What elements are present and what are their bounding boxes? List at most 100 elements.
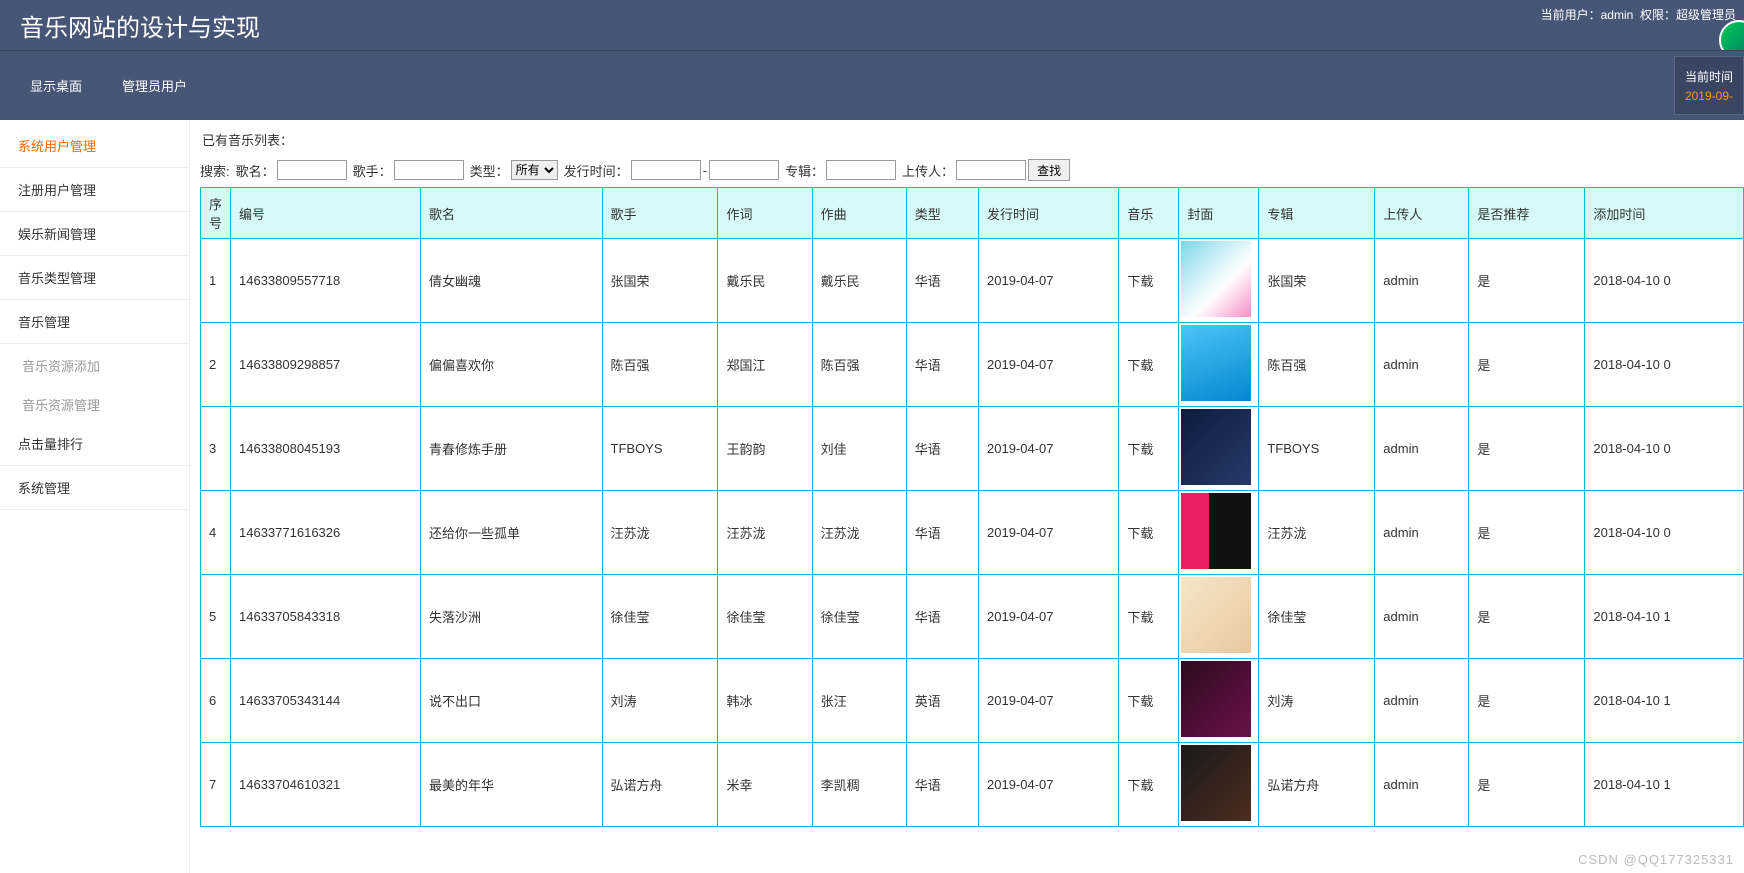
cover-thumbnail[interactable] [1181,661,1251,737]
table-cell: 是 [1469,407,1585,491]
table-cell: 是 [1469,743,1585,827]
table-cell: 是 [1469,659,1585,743]
table-cell: 华语 [906,575,978,659]
table-cell: 2018-04-10 1 [1585,575,1744,659]
table-cell: 1 [201,239,231,323]
table-cell: 青春修炼手册 [421,407,603,491]
cover-thumbnail[interactable] [1181,493,1251,569]
sidebar-item[interactable]: 音乐资源添加 [0,346,189,385]
nav-desktop[interactable]: 显示桌面 [10,66,102,105]
table-cell: 2019-04-07 [979,743,1119,827]
table-cell: 米幸 [718,743,812,827]
label-uploader: 上传人： [902,161,954,180]
download-link[interactable]: 下载 [1127,778,1153,793]
table-cell: 2019-04-07 [979,407,1119,491]
cover-thumbnail[interactable] [1181,325,1251,401]
column-header: 上传人 [1375,188,1469,239]
column-header: 封面 [1179,188,1259,239]
content-area: 已有音乐列表： 搜索: 歌名： 歌手： 类型： 所有 发行时间： - 专辑： 上… [190,120,1744,873]
cover-thumbnail[interactable] [1181,241,1251,317]
table-cell: 郑国江 [718,323,812,407]
input-pubtime-from[interactable] [631,160,701,180]
download-link[interactable]: 下载 [1127,358,1153,373]
search-bar: 搜索: 歌名： 歌手： 类型： 所有 发行时间： - 专辑： 上传人： 查找 [200,159,1744,181]
sidebar-item[interactable]: 音乐类型管理 [0,258,189,297]
download-link[interactable]: 下载 [1127,694,1153,709]
table-cell: 弘诺方舟 [602,743,718,827]
table-cell: 刘涛 [1259,659,1375,743]
table-cell: 张国荣 [602,239,718,323]
table-cell: TFBOYS [1259,407,1375,491]
cover-thumbnail[interactable] [1181,409,1251,485]
table-cell: 2019-04-07 [979,575,1119,659]
table-cell: 偏偏喜欢你 [421,323,603,407]
download-link[interactable]: 下载 [1127,442,1153,457]
download-link[interactable]: 下载 [1127,274,1153,289]
table-cell: 戴乐民 [718,239,812,323]
sidebar-item[interactable]: 系统管理 [0,468,189,507]
table-cell: 华语 [906,323,978,407]
sidebar-item[interactable]: 系统用户管理 [0,126,189,165]
time-label: 当前时间 [1685,68,1733,85]
table-cell: 徐佳莹 [812,575,906,659]
table-cell: 14633808045193 [231,407,421,491]
table-cell: 李凯稠 [812,743,906,827]
table-cell: 14633705843318 [231,575,421,659]
table-cell: 徐佳莹 [602,575,718,659]
sidebar-item[interactable]: 音乐管理 [0,302,189,341]
label-album: 专辑： [785,161,824,180]
page-title: 音乐网站的设计与实现 [20,8,260,43]
column-header: 是否推荐 [1469,188,1585,239]
table-cell: 是 [1469,575,1585,659]
sidebar-item[interactable]: 点击量排行 [0,424,189,463]
input-uploader[interactable] [956,160,1026,180]
list-title: 已有音乐列表： [200,130,1744,149]
table-row: 614633705343144说不出口刘涛韩冰张汪英语2019-04-07下载刘… [201,659,1744,743]
table-cell: 徐佳莹 [1259,575,1375,659]
table-cell: 王韵韵 [718,407,812,491]
table-cell: 失落沙洲 [421,575,603,659]
column-header: 发行时间 [979,188,1119,239]
select-type[interactable]: 所有 [511,160,558,180]
table-cell: 弘诺方舟 [1259,743,1375,827]
column-header: 添加时间 [1585,188,1744,239]
table-cell: admin [1375,743,1469,827]
input-album[interactable] [826,160,896,180]
table-cell: 是 [1469,491,1585,575]
app-header: 音乐网站的设计与实现 当前用户：admin 权限：超级管理员 [0,0,1744,50]
table-cell: 4 [201,491,231,575]
download-link[interactable]: 下载 [1127,610,1153,625]
table-cell: 6 [201,659,231,743]
cover-thumbnail[interactable] [1181,745,1251,821]
sidebar-item[interactable]: 娱乐新闻管理 [0,214,189,253]
table-cell: 韩冰 [718,659,812,743]
input-pubtime-to[interactable] [709,160,779,180]
table-cell: 2019-04-07 [979,659,1119,743]
column-header: 作曲 [812,188,906,239]
table-cell: 汪苏泷 [602,491,718,575]
table-cell: 戴乐民 [812,239,906,323]
top-nav: 显示桌面 管理员用户 当前时间 2019-09- [0,50,1744,120]
table-cell: admin [1375,323,1469,407]
table-cell: TFBOYS [602,407,718,491]
table-cell: admin [1375,491,1469,575]
table-cell: 汪苏泷 [1259,491,1375,575]
cover-thumbnail[interactable] [1181,577,1251,653]
download-link[interactable]: 下载 [1127,526,1153,541]
table-cell: 2018-04-10 0 [1585,323,1744,407]
table-cell: 华语 [906,407,978,491]
column-header: 歌名 [421,188,603,239]
input-singer[interactable] [394,160,464,180]
table-cell: 汪苏泷 [718,491,812,575]
table-cell: 最美的年华 [421,743,603,827]
sidebar-item[interactable]: 注册用户管理 [0,170,189,209]
label-song-name: 歌名： [236,161,275,180]
sidebar-item[interactable]: 音乐资源管理 [0,385,189,424]
table-cell: 3 [201,407,231,491]
table-cell: 2019-04-07 [979,323,1119,407]
table-cell: 是 [1469,323,1585,407]
input-song-name[interactable] [277,160,347,180]
search-button[interactable]: 查找 [1028,159,1070,181]
nav-admin-user[interactable]: 管理员用户 [102,66,207,105]
search-label: 搜索: [200,161,230,180]
